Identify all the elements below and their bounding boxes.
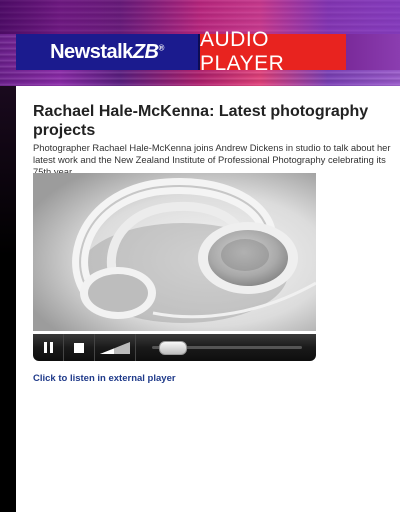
seek-knob[interactable] xyxy=(159,341,187,355)
seek-bar[interactable] xyxy=(136,334,316,361)
pause-icon xyxy=(43,342,53,353)
pause-button[interactable] xyxy=(33,334,64,361)
headphones-photo xyxy=(33,173,316,331)
site-header: NewstalkZB® AUDIO PLAYER xyxy=(16,28,400,75)
volume-control[interactable] xyxy=(95,334,136,361)
volume-icon xyxy=(100,341,130,354)
content-panel: Rachael Hale-McKenna: Latest photography… xyxy=(16,86,400,512)
section-title: AUDIO PLAYER xyxy=(200,28,285,75)
stop-icon xyxy=(74,342,84,353)
newstalkzb-logo[interactable]: NewstalkZB® xyxy=(16,34,200,70)
article-title: Rachael Hale-McKenna: Latest photography… xyxy=(33,103,369,139)
headphones-illustration xyxy=(33,173,316,331)
audio-player-banner: AUDIO PLAYER xyxy=(200,28,346,75)
header-filler xyxy=(346,34,400,70)
audio-controls xyxy=(33,334,316,361)
left-edge-shadow xyxy=(0,86,16,512)
logo-text: NewstalkZB® xyxy=(50,40,164,63)
external-player-link[interactable]: Click to listen in external player xyxy=(33,373,176,384)
stop-button[interactable] xyxy=(64,334,95,361)
